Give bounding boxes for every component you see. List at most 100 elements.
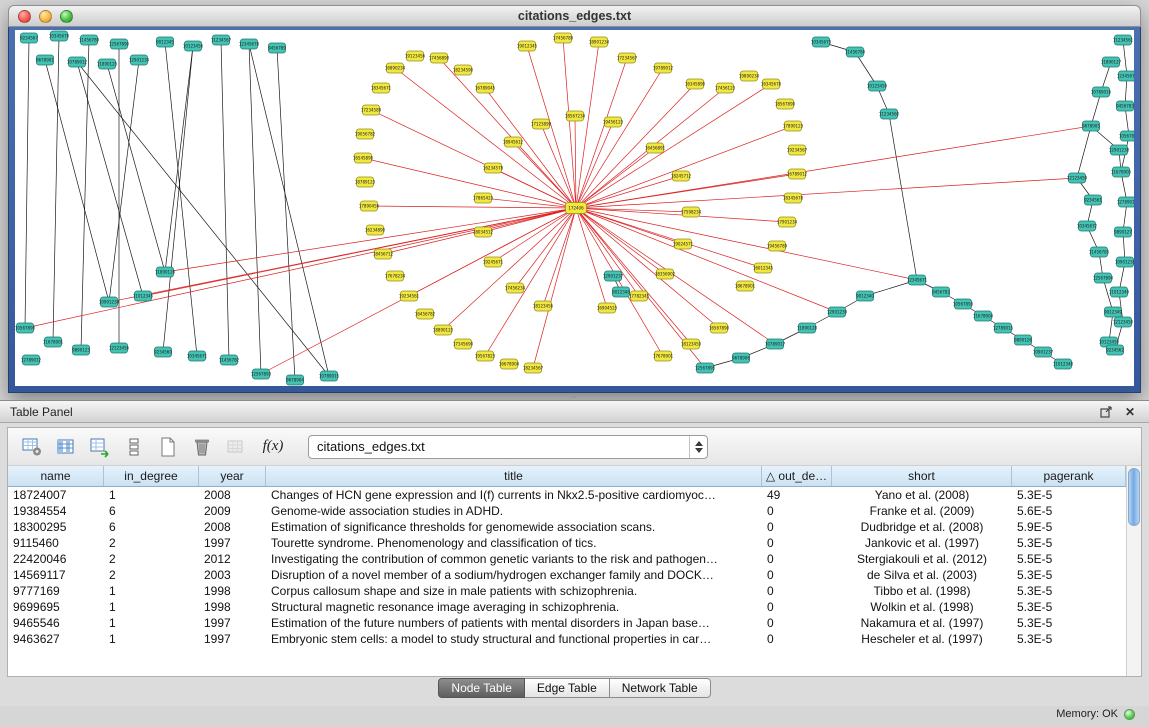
zoom-window-button[interactable] bbox=[60, 10, 73, 23]
graph-hub-node[interactable]: 172406 bbox=[566, 203, 587, 214]
graph-node[interactable]: 10567890 bbox=[15, 323, 36, 333]
graph-node[interactable]: 9234567 bbox=[20, 33, 38, 43]
graph-node[interactable]: 10345678 bbox=[49, 31, 70, 41]
graph-node[interactable]: 17123890 bbox=[531, 119, 552, 129]
graph-node[interactable]: 9678906 bbox=[732, 353, 750, 363]
graph-node[interactable]: 16890234 bbox=[385, 63, 406, 73]
graph-node[interactable]: 12345671 bbox=[907, 275, 928, 285]
graph-node[interactable]: 10345672 bbox=[1077, 221, 1098, 231]
graph-node[interactable]: 17901234 bbox=[777, 217, 798, 227]
graph-node[interactable]: 10789012 bbox=[67, 57, 88, 67]
graph-node[interactable]: 11678901 bbox=[43, 337, 64, 347]
graph-node[interactable]: 12789016 bbox=[1117, 197, 1134, 207]
graph-node[interactable]: 17456789 bbox=[553, 33, 574, 43]
graph-node[interactable]: 10789016 bbox=[1091, 87, 1112, 97]
graph-node[interactable]: 12345672 bbox=[1117, 71, 1134, 81]
graph-node[interactable]: 10567893 bbox=[953, 299, 974, 309]
graph-node[interactable]: 9234561 bbox=[1084, 195, 1102, 205]
graph-node[interactable]: 18890123 bbox=[433, 325, 454, 335]
function-builder-icon-button[interactable]: f(x) bbox=[256, 438, 290, 455]
graph-node[interactable]: 12901238 bbox=[1109, 145, 1130, 155]
network-canvas[interactable]: 1724061645689118245712175982341902457118… bbox=[15, 30, 1134, 386]
graph-node[interactable]: 17456890 bbox=[429, 53, 450, 63]
graph-node[interactable]: 16678904 bbox=[499, 359, 520, 369]
graph-node[interactable]: 19567823 bbox=[475, 351, 496, 361]
new-document-icon-button[interactable] bbox=[154, 433, 182, 461]
graph-node[interactable]: 11678904 bbox=[973, 311, 994, 321]
graph-node[interactable]: 12901234 bbox=[129, 55, 150, 65]
graph-node[interactable]: 18234567 bbox=[523, 363, 544, 373]
graph-node[interactable]: 11012348 bbox=[1053, 359, 1074, 369]
graph-node[interactable]: 9456783 bbox=[1116, 101, 1134, 111]
graph-node[interactable]: 11234561 bbox=[1113, 35, 1134, 45]
graph-node[interactable]: 12789012 bbox=[21, 355, 42, 365]
graph-node[interactable]: 16234890 bbox=[365, 225, 386, 235]
graph-node[interactable]: 12345678 bbox=[239, 39, 260, 49]
graph-node[interactable]: 12567894 bbox=[1093, 273, 1114, 283]
graph-node[interactable]: 16789045 bbox=[475, 83, 496, 93]
graph-node[interactable]: 12567895 bbox=[695, 363, 716, 373]
graph-node[interactable]: 9890126 bbox=[1014, 335, 1032, 345]
table-row[interactable]: 969969511998Structural magnetic resonanc… bbox=[8, 599, 1126, 615]
column-header-title[interactable]: title bbox=[266, 466, 762, 486]
graph-node[interactable]: 9678901 bbox=[36, 55, 54, 65]
graph-node[interactable]: 9890127 bbox=[1114, 227, 1132, 237]
graph-node[interactable]: 19456123 bbox=[603, 117, 624, 127]
graph-node[interactable]: 18456712 bbox=[373, 249, 394, 259]
graph-node[interactable]: 9012345 bbox=[156, 37, 174, 47]
graph-node[interactable]: 18678901 bbox=[735, 281, 756, 291]
graph-node[interactable]: 17678901 bbox=[653, 351, 674, 361]
graph-node[interactable]: 16012345 bbox=[753, 263, 774, 273]
graph-node[interactable]: 16345890 bbox=[685, 79, 706, 89]
graph-node[interactable]: 11012345 bbox=[133, 291, 154, 301]
graph-node[interactable]: 12789015 bbox=[993, 323, 1014, 333]
close-panel-icon[interactable]: ✕ bbox=[1121, 404, 1139, 420]
graph-node[interactable]: 18945612 bbox=[503, 137, 524, 147]
table-settings-icon-button[interactable] bbox=[18, 433, 46, 461]
graph-node[interactable]: 18345671 bbox=[371, 83, 392, 93]
graph-node[interactable]: 16904523 bbox=[597, 303, 618, 313]
column-header-pagerank[interactable]: pagerank bbox=[1012, 466, 1126, 486]
graph-node[interactable]: 12901239 bbox=[827, 307, 848, 317]
graph-node[interactable]: 11456789 bbox=[79, 35, 100, 45]
table-row[interactable]: 911546021997Tourette syndrome. Phenomeno… bbox=[8, 535, 1126, 551]
column-header-short[interactable]: short bbox=[832, 466, 1012, 486]
graph-node[interactable]: 16456891 bbox=[645, 143, 666, 153]
graph-node[interactable]: 9012348 bbox=[612, 287, 630, 297]
column-header-in_degree[interactable]: in_degree bbox=[104, 466, 199, 486]
graph-node[interactable]: 10901237 bbox=[1033, 347, 1054, 357]
table-row[interactable]: 1456911722003Disruption of a novel membe… bbox=[8, 567, 1126, 583]
graph-node[interactable]: 17598234 bbox=[681, 207, 702, 217]
tab-node-table[interactable]: Node Table bbox=[438, 678, 525, 698]
import-table-icon-button[interactable] bbox=[222, 433, 250, 461]
graph-node[interactable]: 10789017 bbox=[765, 339, 786, 349]
graph-node[interactable]: 18567234 bbox=[565, 111, 586, 121]
graph-node[interactable]: 11890123 bbox=[97, 59, 118, 69]
delete-table-icon-button[interactable] bbox=[188, 433, 216, 461]
minimize-window-button[interactable] bbox=[39, 10, 52, 23]
graph-node[interactable]: 18123456 bbox=[533, 301, 554, 311]
graph-node[interactable]: 9012349 bbox=[1104, 307, 1122, 317]
graph-node[interactable]: 9012340 bbox=[856, 291, 874, 301]
graph-node[interactable]: 11456784 bbox=[845, 47, 866, 57]
table-row[interactable]: 977716911998Corpus callosum shape and si… bbox=[8, 583, 1126, 599]
table-row[interactable]: 1830029562008Estimation of significance … bbox=[8, 519, 1126, 535]
graph-node[interactable]: 17456123 bbox=[715, 83, 736, 93]
graph-node[interactable]: 19056782 bbox=[355, 129, 376, 139]
graph-node[interactable]: 17890123 bbox=[783, 121, 804, 131]
graph-node[interactable]: 11890127 bbox=[1101, 57, 1122, 67]
graph-node[interactable]: 10567894 bbox=[1119, 131, 1134, 141]
graph-node[interactable]: 10345671 bbox=[187, 351, 208, 361]
graph-node[interactable]: 12123459 bbox=[1067, 173, 1088, 183]
table-scrollbar-track[interactable] bbox=[1126, 466, 1141, 676]
graph-node[interactable]: 17865423 bbox=[473, 193, 494, 203]
graph-node[interactable]: 10901234 bbox=[99, 297, 120, 307]
graph-node[interactable]: 16456782 bbox=[415, 309, 436, 319]
graph-node[interactable]: 11012349 bbox=[1109, 287, 1130, 297]
graph-node[interactable]: 9234560 bbox=[154, 347, 172, 357]
graph-node[interactable]: 19012345 bbox=[517, 41, 538, 51]
graph-node[interactable]: 17234567 bbox=[617, 53, 638, 63]
table-row[interactable]: 1872400712008Changes of HCN gene express… bbox=[8, 487, 1126, 503]
column-header-name[interactable]: name bbox=[8, 466, 104, 486]
graph-node[interactable]: 17234589 bbox=[361, 105, 382, 115]
